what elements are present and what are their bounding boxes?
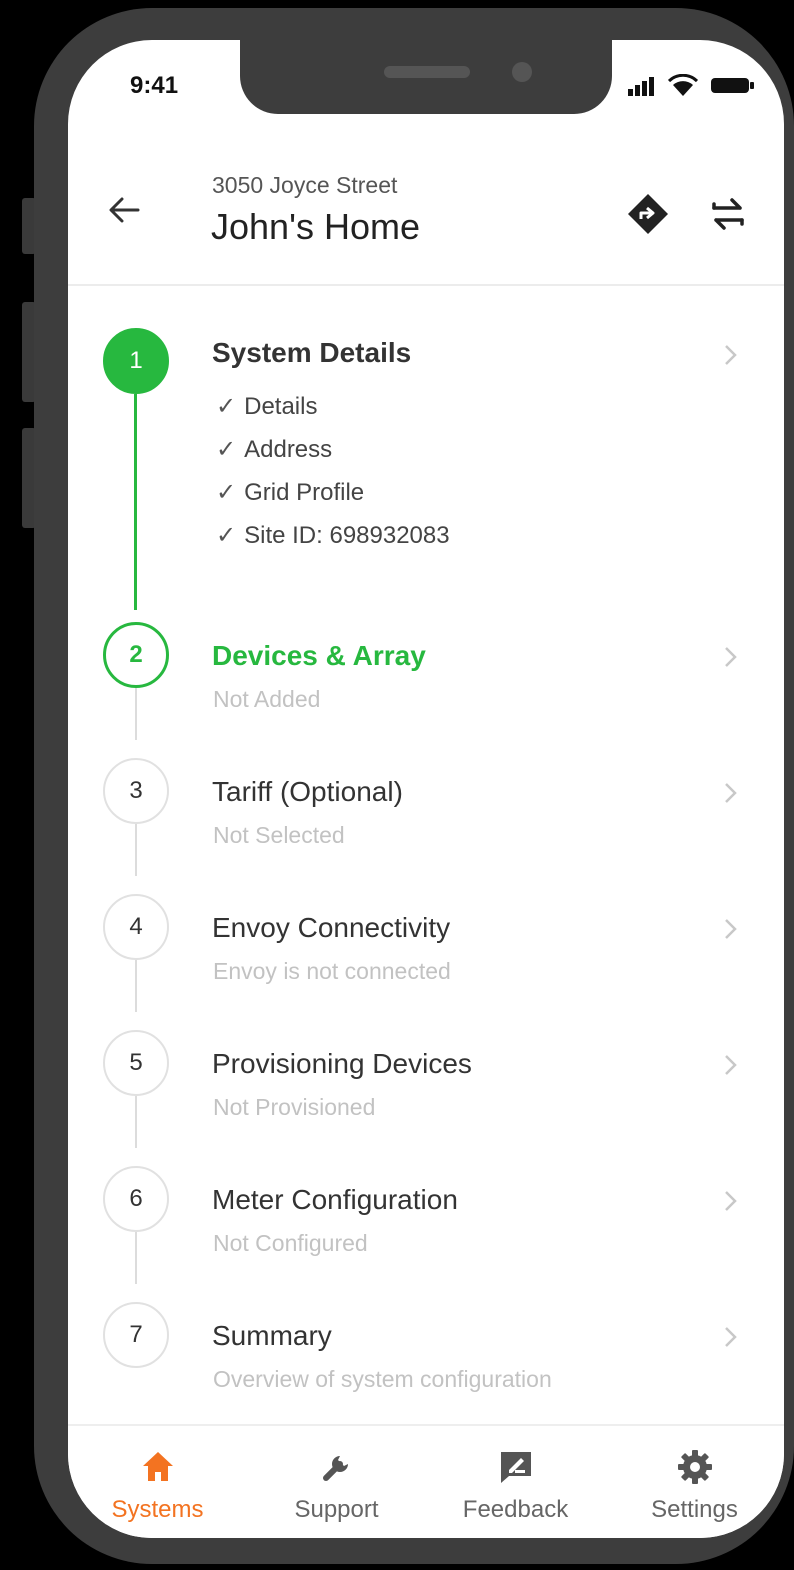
signal-icon (628, 77, 654, 96)
checklist-item-label: Address (244, 436, 333, 463)
chevron-right-icon (725, 647, 737, 667)
step-meter-configuration[interactable]: 6 Meter Configuration Not Configured (68, 1148, 784, 1284)
status-time: 9:41 (130, 72, 179, 99)
chevron-right-icon (725, 1327, 737, 1347)
check-icon: ✓ (216, 436, 237, 463)
wrench-icon (323, 1456, 348, 1481)
step-tariff[interactable]: 3 Tariff (Optional) Not Selected (68, 740, 784, 876)
step-status: Not Added (213, 686, 321, 712)
step-status: Envoy is not connected (213, 958, 451, 984)
tab-settings[interactable]: Settings (605, 1426, 784, 1538)
chevron-right-icon (725, 919, 737, 939)
step-summary[interactable]: 7 Summary Overview of system configurati… (68, 1284, 784, 1420)
speaker (384, 66, 470, 78)
phone-notch (240, 40, 612, 114)
directions-icon (628, 194, 668, 234)
gear-icon (678, 1450, 712, 1484)
step-number-badge: 5 (103, 1030, 169, 1096)
tab-systems[interactable]: Systems (68, 1426, 247, 1538)
front-camera (512, 62, 532, 82)
step-title: Envoy Connectivity (212, 912, 451, 943)
step-title: Meter Configuration (212, 1184, 458, 1215)
tab-label: Systems (111, 1496, 204, 1523)
step-number-badge: 3 (103, 758, 169, 824)
feedback-icon (501, 1452, 531, 1483)
step-devices-array[interactable]: 2 Devices & Array Not Added (68, 604, 784, 740)
check-icon: ✓ (216, 479, 237, 506)
tab-label: Feedback (462, 1496, 569, 1523)
tab-feedback[interactable]: Feedback (426, 1426, 605, 1538)
check-icon: ✓ (216, 522, 237, 549)
page-title: John's Home (211, 206, 420, 247)
chevron-right-icon (725, 345, 737, 365)
chevron-right-icon (725, 1055, 737, 1075)
step-status: Overview of system configuration (213, 1366, 552, 1392)
status-icons (628, 74, 758, 98)
bottom-tab-bar: Systems Support Feedback Settings (68, 1424, 784, 1538)
swap-icon (712, 198, 744, 230)
checklist-item-grid-profile: ✓ Grid Profile (216, 478, 364, 507)
step-title: System Details (212, 337, 412, 368)
switch-site-button[interactable] (706, 192, 750, 236)
checklist-item-address: ✓ Address (216, 435, 332, 464)
back-arrow-icon (109, 197, 140, 223)
tab-support[interactable]: Support (247, 1426, 426, 1538)
app-screen: 9:41 3050 Joyce Street John's Home 1 Sys… (68, 40, 784, 1538)
step-title: Provisioning Devices (212, 1048, 472, 1079)
tab-label: Settings (651, 1496, 738, 1523)
step-number-badge: 4 (103, 894, 169, 960)
wifi-icon (668, 74, 698, 96)
step-status: Not Configured (213, 1230, 368, 1256)
step-system-details[interactable]: 1 System Details ✓ Details ✓ Address ✓ Grid… (68, 284, 784, 604)
battery-icon (711, 78, 754, 93)
step-status: Not Provisioned (213, 1094, 376, 1120)
checklist-item-details: ✓ Details (216, 392, 317, 421)
step-title: Tariff (Optional) (212, 776, 403, 807)
checklist-item-label: Site ID: 698932083 (244, 522, 450, 549)
chevron-right-icon (725, 1191, 737, 1211)
tab-label: Support (294, 1496, 379, 1523)
checklist-item-label: Grid Profile (244, 479, 365, 506)
step-title: Devices & Array (212, 640, 426, 671)
step-title: Summary (212, 1320, 332, 1351)
check-icon: ✓ (216, 393, 237, 420)
home-icon (143, 1452, 173, 1481)
step-provisioning-devices[interactable]: 5 Provisioning Devices Not Provisioned (68, 1012, 784, 1148)
step-envoy-connectivity[interactable]: 4 Envoy Connectivity Envoy is not connec… (68, 876, 784, 1012)
step-number-badge: 1 (103, 328, 169, 394)
directions-button[interactable] (626, 192, 670, 236)
site-address: 3050 Joyce Street (212, 172, 398, 198)
checklist-item-label: Details (244, 393, 318, 420)
step-number-badge: 7 (103, 1302, 169, 1368)
step-status: Not Selected (213, 822, 345, 848)
setup-steps-list: 1 System Details ✓ Details ✓ Address ✓ Grid… (68, 284, 784, 1424)
checklist-item-site-id: ✓ Site ID: 698932083 (216, 521, 450, 550)
app-header: 3050 Joyce Street John's Home (68, 150, 784, 286)
back-button[interactable] (104, 190, 144, 230)
step-number-badge: 2 (103, 622, 169, 688)
chevron-right-icon (725, 783, 737, 803)
step-number-badge: 6 (103, 1166, 169, 1232)
